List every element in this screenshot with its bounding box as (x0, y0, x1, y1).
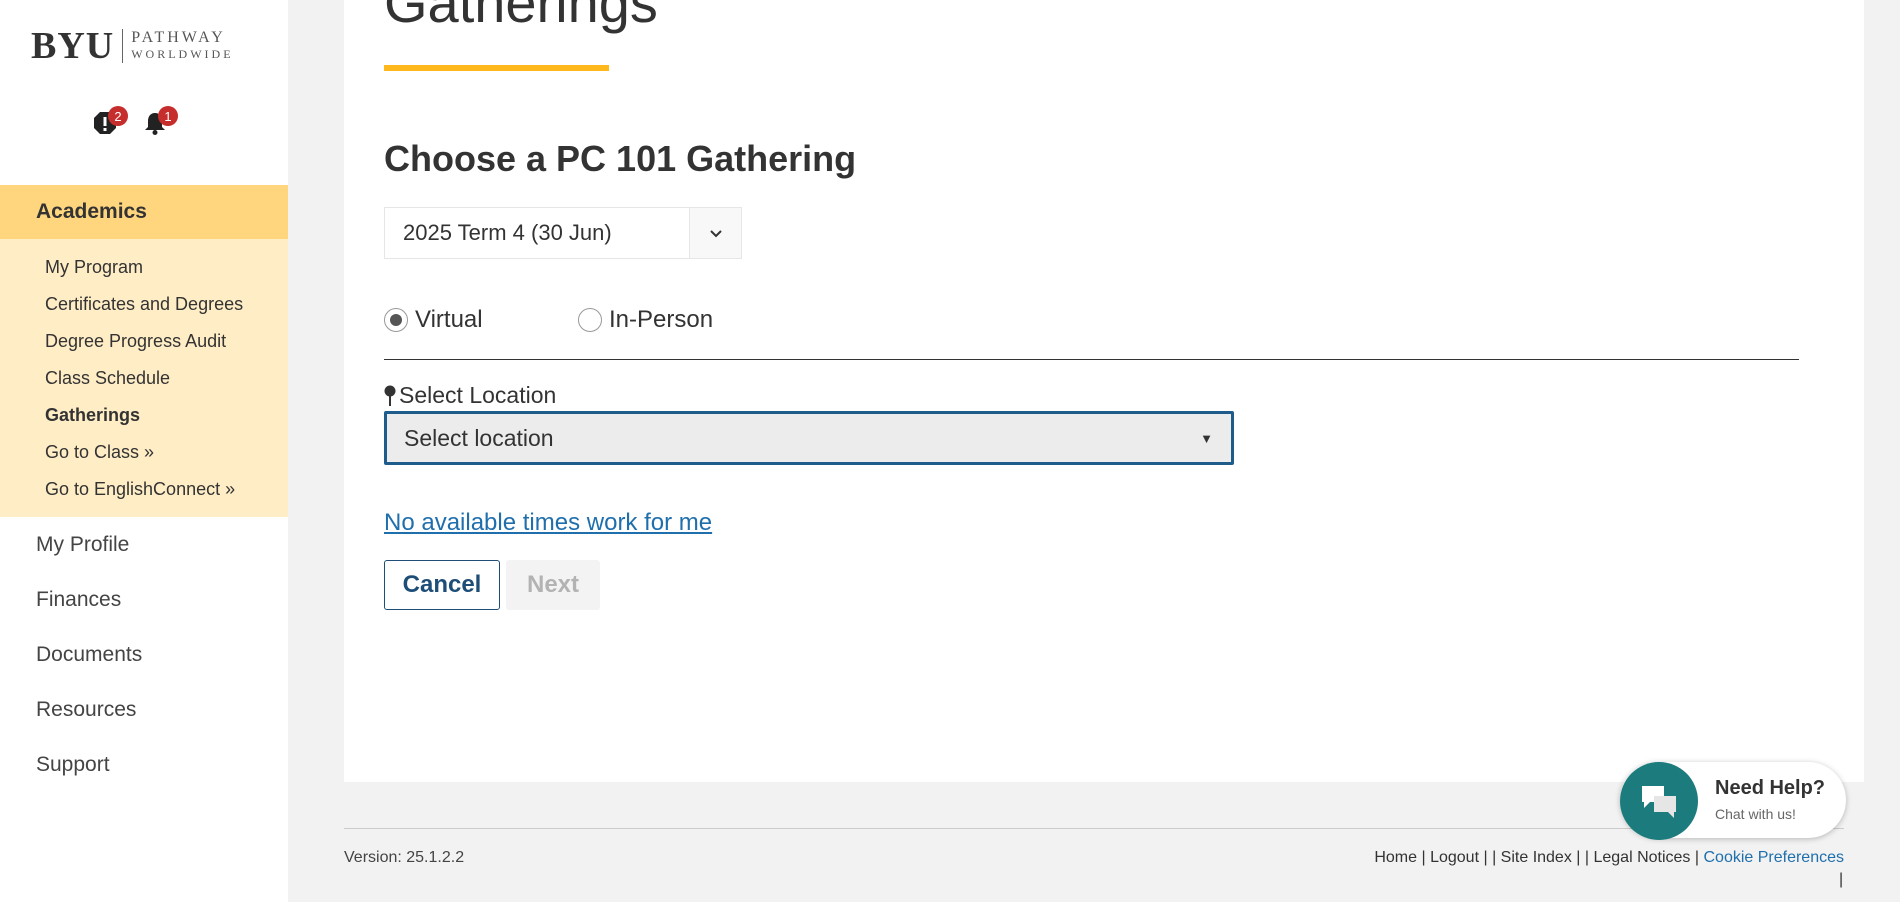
caret-down-icon: ▼ (1200, 430, 1213, 446)
term-select[interactable]: 2025 Term 4 (30 Jun) (384, 207, 742, 259)
nav-go-to-class[interactable]: Go to Class » (0, 434, 288, 471)
radio-virtual-option[interactable]: Virtual (384, 306, 483, 334)
chevron-down-icon (709, 229, 722, 237)
footer-site-index-link[interactable]: Site Index (1501, 849, 1572, 866)
nav-my-profile[interactable]: My Profile (0, 517, 288, 572)
byu-pathway-logo[interactable]: BYU PATHWAY WORLDWIDE (31, 24, 234, 68)
location-select-value: Select location (404, 424, 554, 451)
chat-button[interactable] (1620, 762, 1698, 840)
logo-line1: PATHWAY (131, 29, 226, 46)
footer-links: Home | Logout | | Site Index | | Legal N… (1374, 849, 1844, 866)
alert-button[interactable]: 2 (92, 106, 128, 136)
header-icons: 2 1 (92, 106, 178, 136)
footer-pipe: | (1839, 871, 1844, 888)
chat-bubbles-icon (1642, 786, 1676, 818)
version-text: Version: 25.1.2.2 (344, 849, 465, 866)
notification-badge: 1 (158, 106, 178, 126)
nav-support[interactable]: Support (0, 737, 288, 792)
title-underline (384, 65, 609, 71)
notifications-button[interactable]: 1 (142, 106, 178, 136)
nav-my-program[interactable]: My Program (0, 249, 288, 286)
nav-documents[interactable]: Documents (0, 627, 288, 682)
section-subtitle: Choose a PC 101 Gathering (384, 138, 857, 179)
main-nav: My Profile Finances Documents Resources … (0, 517, 288, 792)
footer-divider (344, 828, 1844, 829)
location-label-text: Select Location (399, 382, 557, 408)
footer-logout-link[interactable]: Logout (1430, 849, 1479, 866)
nav-class-schedule[interactable]: Class Schedule (0, 360, 288, 397)
term-select-toggle[interactable] (689, 208, 741, 258)
page-title: Gatherings (384, 0, 658, 34)
logo-separator (122, 29, 124, 63)
location-label: Select Location (384, 382, 556, 409)
footer-cookie-link[interactable]: Cookie Preferences (1703, 849, 1844, 866)
next-button[interactable]: Next (506, 560, 600, 610)
map-pin-icon (384, 385, 396, 406)
logo-byu-text: BYU (31, 25, 115, 67)
alert-badge: 2 (108, 106, 128, 126)
nav-gatherings[interactable]: Gatherings (0, 397, 288, 434)
chat-title: Need Help? (1715, 777, 1826, 799)
chat-subtitle: Chat with us! (1715, 806, 1796, 822)
location-select[interactable]: Select location ▼ (384, 411, 1234, 465)
radio-inperson-option[interactable]: In-Person (578, 306, 713, 334)
nav-certificates-degrees[interactable]: Certificates and Degrees (0, 286, 288, 323)
sidebar: BYU PATHWAY WORLDWIDE 2 1 Academics My P… (0, 0, 288, 902)
section-divider (384, 359, 1799, 360)
footer-legal-link[interactable]: Legal Notices (1593, 849, 1690, 866)
radio-inperson-label[interactable]: In-Person (609, 306, 713, 334)
nav-degree-progress-audit[interactable]: Degree Progress Audit (0, 323, 288, 360)
logo-wordmark: PATHWAY WORLDWIDE (131, 30, 233, 62)
radio-virtual-label[interactable]: Virtual (415, 306, 483, 334)
logo-line2: WORLDWIDE (131, 47, 234, 61)
radio-selected-dot (390, 314, 402, 326)
chat-widget[interactable]: Need Help? Chat with us! (1620, 762, 1846, 840)
nav-finances[interactable]: Finances (0, 572, 288, 627)
nav-go-to-englishconnect[interactable]: Go to EnglishConnect » (0, 471, 288, 508)
academics-submenu: My Program Certificates and Degrees Degr… (0, 239, 288, 517)
radio-inperson[interactable] (578, 308, 602, 332)
main-card (344, 0, 1864, 782)
no-available-times-link[interactable]: No available times work for me (384, 509, 712, 537)
nav-academics[interactable]: Academics (0, 185, 288, 239)
radio-virtual[interactable] (384, 308, 408, 332)
cancel-button[interactable]: Cancel (384, 560, 500, 610)
term-select-value: 2025 Term 4 (30 Jun) (403, 220, 612, 245)
footer-home-link[interactable]: Home (1374, 849, 1417, 866)
nav-resources[interactable]: Resources (0, 682, 288, 737)
